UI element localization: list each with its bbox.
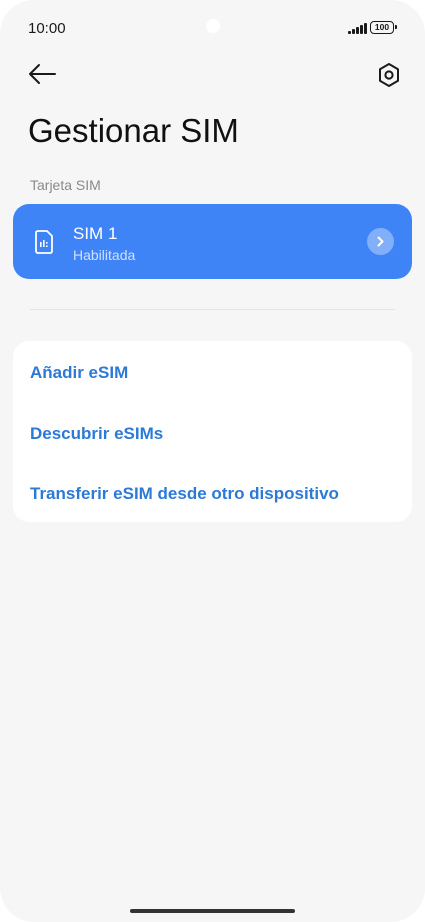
settings-button[interactable]	[371, 58, 407, 92]
status-time: 10:00	[28, 20, 66, 37]
sim-card-icon	[35, 230, 53, 254]
home-indicator[interactable]	[130, 909, 295, 913]
page-title: Gestionar SIM	[28, 112, 239, 149]
divider	[30, 309, 395, 310]
section-label: Tarjeta SIM	[30, 177, 101, 193]
gear-hexagon-icon	[379, 63, 399, 87]
sim-name: SIM 1	[73, 224, 118, 243]
phone-screen: 10:00 100 Gestionar SIM Tarjeta SIM SIM …	[0, 0, 425, 922]
chevron-right-icon	[367, 228, 394, 255]
sim-status: Habilitada	[73, 247, 136, 263]
back-button[interactable]	[24, 58, 60, 90]
arrow-left-icon	[29, 64, 56, 84]
battery-icon: 100	[370, 21, 397, 34]
discover-esims-option[interactable]: Descubrir eSIMs	[30, 424, 163, 444]
front-camera	[206, 19, 220, 33]
transfer-esim-option[interactable]: Transferir eSIM desde otro dispositivo	[30, 484, 339, 504]
sim-1-item[interactable]: SIM 1 Habilitada	[13, 204, 412, 279]
signal-icon	[348, 23, 367, 34]
add-esim-option[interactable]: Añadir eSIM	[30, 363, 128, 383]
esim-options-card: Añadir eSIM Descubrir eSIMs Transferir e…	[13, 341, 412, 522]
status-bar: 10:00 100	[0, 0, 425, 56]
